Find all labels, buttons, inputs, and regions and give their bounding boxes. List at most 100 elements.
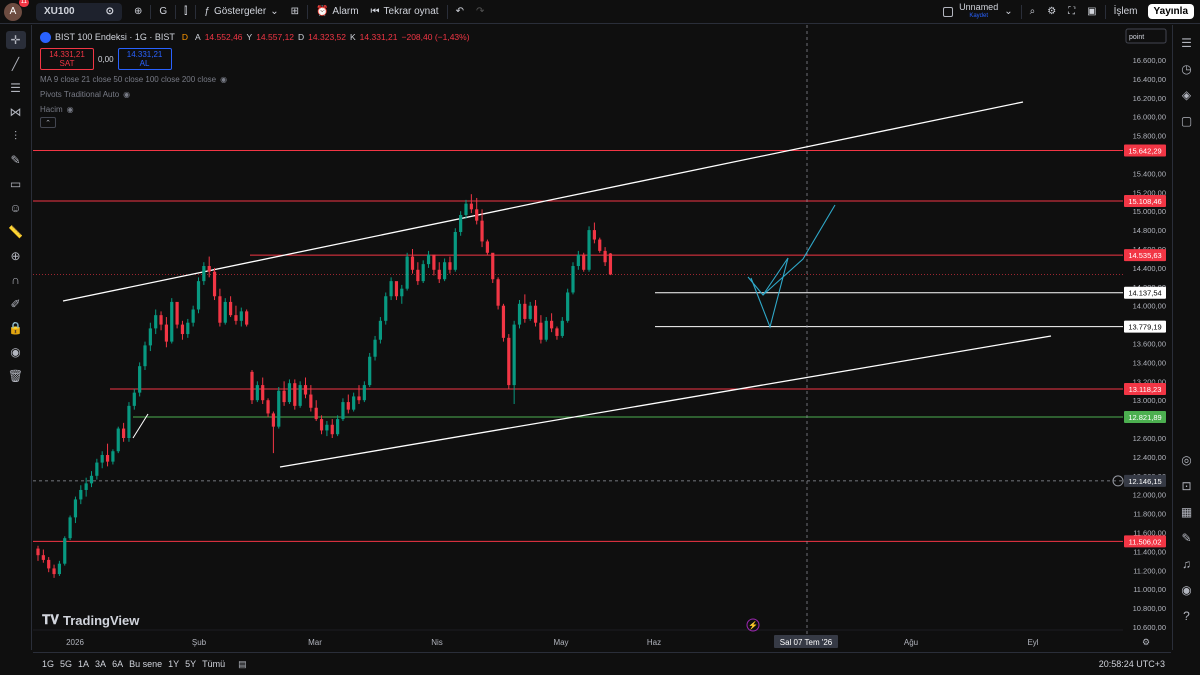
snapshot-button[interactable]: ▣	[1081, 0, 1102, 24]
indicator-ma[interactable]: MA 9 close 21 close 50 close 100 close 2…	[40, 72, 470, 87]
alarm-button[interactable]: ⏰ Alarm	[310, 0, 365, 24]
lock-icon[interactable]: 🔒	[6, 319, 26, 337]
magnet-icon[interactable]: ∩	[6, 271, 26, 289]
alerts-clock-icon[interactable]: ◷	[1178, 61, 1196, 77]
candle-body	[443, 262, 447, 280]
candle-body	[533, 305, 538, 323]
candle-body	[592, 230, 596, 240]
zoom-in-icon[interactable]: ⊕	[6, 247, 26, 265]
upper-trend-line[interactable]	[62, 101, 1024, 302]
indicators-button[interactable]: ƒ Göstergeler ⌄	[198, 0, 284, 24]
layout-button[interactable]: Unnamed Kaydet ⌄	[937, 0, 1018, 24]
eye-icon[interactable]: ◉	[123, 90, 130, 99]
text-tool-icon[interactable]: ▭	[6, 175, 26, 193]
pattern-tool-icon[interactable]: ⋈	[6, 103, 26, 121]
range-button-0[interactable]: 1G	[39, 659, 57, 669]
candle-body	[196, 281, 201, 310]
templates-button[interactable]: ⊞	[285, 0, 305, 24]
date-range-icon[interactable]: ▤	[238, 659, 247, 670]
indicator-volume[interactable]: Hacim ◉	[40, 102, 470, 117]
lock-pencil-icon[interactable]: ✐	[6, 295, 26, 313]
notes-icon[interactable]: ✎	[1178, 530, 1196, 546]
candle-body	[95, 462, 99, 476]
undo-button[interactable]: ↶	[450, 0, 470, 24]
interval-button[interactable]: G	[153, 0, 173, 24]
collapse-legend-button[interactable]: ⌃	[40, 117, 56, 128]
brush-tool-icon[interactable]: ✎	[6, 151, 26, 169]
eye-icon[interactable]: ◉	[67, 105, 74, 114]
emoji-tool-icon[interactable]: ☺	[6, 199, 26, 217]
projection-path-2[interactable]	[762, 204, 836, 296]
chart-type-button[interactable]: ⫿	[178, 0, 193, 24]
eye-icon[interactable]: ◉	[6, 343, 26, 361]
lower-trend-line[interactable]	[279, 335, 1052, 468]
publish-button[interactable]: Yayınla	[1147, 4, 1194, 19]
calendar-icon[interactable]: ▦	[1178, 504, 1196, 520]
fullscreen-button[interactable]: ⛶	[1062, 0, 1081, 24]
short-trend-line[interactable]	[132, 413, 149, 439]
redo-button[interactable]: ↷	[470, 0, 490, 24]
symbol-search-input[interactable]: XU100 ⊙	[36, 2, 122, 21]
price-tick-label: 15.000,00	[1133, 207, 1166, 216]
crosshair-tool-icon[interactable]: ✛	[5, 31, 26, 49]
range-button-5[interactable]: Bu sene	[126, 659, 165, 669]
eye-icon[interactable]: ◉	[220, 75, 227, 84]
chart-legend: BIST 100 Endeksi · 1G · BIST D A 14.552,4…	[40, 31, 470, 128]
ideas-icon[interactable]: ⊡	[1178, 478, 1196, 494]
trade-button[interactable]: İşlem	[1108, 0, 1144, 24]
candle-body	[517, 303, 522, 325]
layers-icon[interactable]: ◈	[1178, 87, 1196, 103]
candle-body	[394, 281, 399, 297]
candle-body	[357, 396, 361, 401]
range-button-2[interactable]: 1A	[75, 659, 92, 669]
price-level-tag-label: 11.506,02	[1129, 537, 1162, 546]
candle-body	[410, 256, 415, 270]
user-avatar[interactable]: A 11	[4, 0, 29, 21]
candle-body	[582, 254, 586, 270]
candle-body	[373, 339, 377, 357]
ruler-tool-icon[interactable]: 📏	[6, 223, 26, 241]
help-icon[interactable]: ?	[1178, 608, 1196, 624]
axis-settings-icon[interactable]: ⚙	[1142, 637, 1150, 647]
candle-body	[266, 400, 270, 414]
target-icon[interactable]: ◎	[1178, 452, 1196, 468]
bottom-toolbar: 1G 5G 1A 3A 6A Bu sene 1Y 5Y Tümü ▤ 20:58:24 UTC…	[33, 652, 1171, 675]
crosshair-time-label: Sal 07 Tem '26	[780, 638, 833, 647]
trash-icon[interactable]: 🗑	[6, 367, 26, 385]
fib-tool-icon[interactable]: ☰	[6, 79, 26, 97]
range-button-7[interactable]: 5Y	[182, 659, 199, 669]
replay-button[interactable]: ⏮ Tekrar oynat	[365, 0, 445, 24]
watchlist-icon[interactable]: ☰	[1178, 35, 1196, 51]
candle-body	[437, 269, 441, 280]
candle-body	[309, 394, 313, 408]
range-button-4[interactable]: 6A	[109, 659, 126, 669]
settings-button[interactable]: ⚙	[1041, 0, 1062, 24]
trend-line-tool-icon[interactable]: ╱	[6, 55, 26, 73]
range-button-6[interactable]: 1Y	[165, 659, 182, 669]
forecast-tool-icon[interactable]: ⫶	[6, 127, 26, 145]
range-button-3[interactable]: 3A	[92, 659, 109, 669]
candle-body	[512, 324, 516, 386]
sell-button[interactable]: 14.331,21 SAT	[40, 48, 94, 70]
buy-button[interactable]: 14.331,21 AL	[117, 48, 172, 70]
quick-search-button[interactable]: ⌕	[1024, 0, 1042, 24]
indicator-pivots[interactable]: Pivots Traditional Auto ◉	[40, 87, 470, 102]
candle-body	[207, 266, 211, 272]
candle-body	[175, 301, 179, 325]
symbol-label: XU100	[44, 6, 75, 17]
candle-body	[170, 301, 174, 342]
price-tick-label: 11.800,00	[1133, 510, 1166, 519]
candle-body	[111, 451, 115, 462]
stream-icon[interactable]: ◉	[1178, 582, 1196, 598]
range-button-8[interactable]: Tümü	[199, 659, 228, 669]
chat-icon[interactable]: ▢	[1178, 113, 1196, 129]
bell-icon[interactable]: ♫	[1178, 556, 1196, 572]
compare-button[interactable]: ⊕	[128, 0, 148, 24]
clock-readout[interactable]: 20:58:24 UTC+3	[1099, 659, 1165, 669]
projection-path-1[interactable]	[747, 257, 789, 296]
candle-body	[127, 405, 131, 438]
candle-body	[560, 320, 564, 336]
time-axis-label: Nis	[431, 638, 443, 647]
range-button-1[interactable]: 5G	[57, 659, 75, 669]
candle-body	[293, 383, 297, 406]
